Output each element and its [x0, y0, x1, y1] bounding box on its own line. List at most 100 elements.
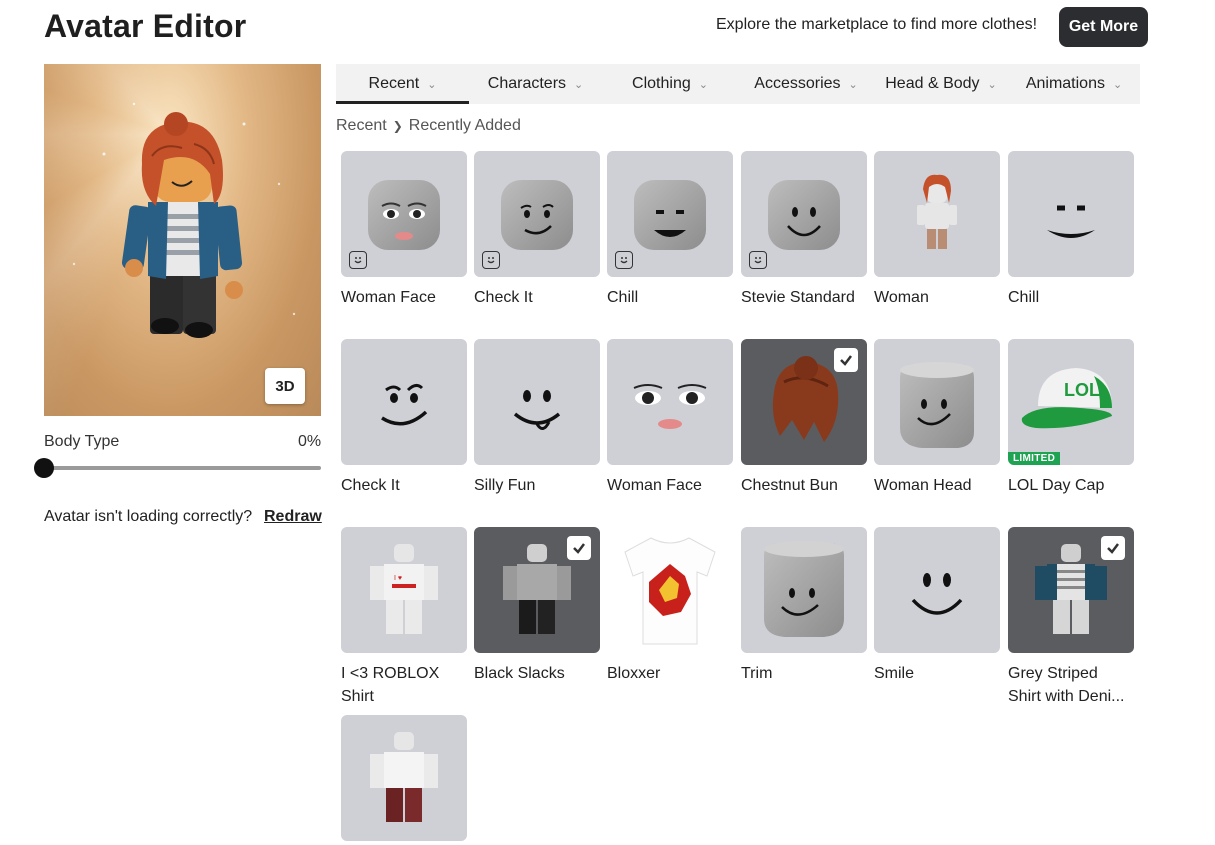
redraw-link[interactable]: Redraw — [264, 508, 322, 526]
face-icon — [615, 251, 633, 269]
check-it-face-thumbnail — [341, 339, 467, 465]
limited-tag: LIMITED — [1008, 452, 1061, 465]
tab-clothing[interactable]: Clothing ⌄ — [602, 64, 738, 104]
item-card[interactable]: Check It — [474, 151, 600, 309]
avatar-preview[interactable]: 3D — [44, 64, 321, 416]
chevron-down-icon: ⌄ — [1112, 78, 1123, 91]
silly-fun-face-thumbnail — [474, 339, 600, 465]
page-title: Avatar Editor — [44, 8, 247, 44]
item-card[interactable] — [341, 715, 467, 841]
item-name: LOL Day Cap — [1008, 477, 1105, 494]
item-name: Woman Head — [874, 477, 972, 494]
item-card[interactable]: Bloxxer — [607, 527, 733, 685]
item-name: Woman Face — [607, 477, 702, 494]
avatar-figure — [72, 102, 296, 338]
tab-head-body[interactable]: Head & Body ⌄ — [874, 64, 1008, 104]
view-3d-toggle-button[interactable]: 3D — [265, 368, 305, 404]
item-card[interactable]: Woman Head — [874, 339, 1000, 497]
breadcrumb: Recent ❯ Recently Added — [336, 117, 521, 135]
item-card[interactable]: Black Slacks — [474, 527, 600, 685]
striped-shirt-denim-thumbnail — [1008, 527, 1134, 653]
smile-face-thumbnail — [874, 527, 1000, 653]
body-type-label: Body Type — [44, 433, 120, 450]
checkmark-icon — [567, 536, 591, 560]
item-name: Black Slacks — [474, 665, 565, 682]
item-card[interactable]: I ♥ I <3 ROBLOX Shirt — [341, 527, 467, 708]
chill-face-thumbnail — [1008, 151, 1134, 277]
tab-characters[interactable]: Characters ⌄ — [469, 64, 602, 104]
category-tabs: Recent ⌄ Characters ⌄ Clothing ⌄ Accessorie… — [336, 64, 1140, 104]
stevie-standard-face-thumbnail — [741, 151, 867, 277]
marketplace-prompt: Explore the marketplace to find more clo… — [716, 16, 1038, 33]
item-card[interactable]: Chill — [607, 151, 733, 309]
item-card[interactable]: Chestnut Bun — [741, 339, 867, 497]
item-name: Trim — [741, 665, 773, 682]
tab-label: Recent — [368, 75, 420, 92]
black-slacks-thumbnail — [474, 527, 600, 653]
item-card[interactable]: Woman Face — [341, 151, 467, 309]
chestnut-bun-hair-thumbnail — [741, 339, 867, 465]
body-type-slider-track[interactable] — [44, 466, 321, 470]
get-more-button[interactable]: Get More — [1059, 7, 1148, 47]
item-card[interactable]: Woman Face — [607, 339, 733, 497]
woman-character-thumbnail — [874, 151, 1000, 277]
checkmark-icon — [1101, 536, 1125, 560]
chill-face-thumbnail — [607, 151, 733, 277]
chevron-down-icon: ⌄ — [987, 78, 997, 91]
tab-recent[interactable]: Recent ⌄ — [336, 64, 469, 104]
bloxxer-shirt-thumbnail — [607, 527, 733, 653]
item-name: Silly Fun — [474, 477, 536, 494]
tab-label: Clothing — [632, 75, 691, 92]
item-name: Smile — [874, 665, 915, 682]
woman-face-thumbnail — [607, 339, 733, 465]
item-name: Bloxxer — [607, 665, 661, 682]
item-card[interactable]: Smile — [874, 527, 1000, 685]
face-icon — [349, 251, 367, 269]
item-name: I <3 ROBLOX Shirt — [341, 665, 440, 705]
item-card[interactable]: Stevie Standard — [741, 151, 867, 309]
tab-animations[interactable]: Animations ⌄ — [1008, 64, 1140, 104]
tab-label: Animations — [1025, 75, 1105, 92]
face-icon — [749, 251, 767, 269]
item-name: Woman Face — [341, 289, 436, 306]
item-name: Check It — [474, 289, 533, 306]
chevron-down-icon: ⌄ — [427, 78, 437, 91]
chevron-down-icon: ⌄ — [698, 78, 708, 91]
trim-head-thumbnail — [741, 527, 867, 653]
item-name: Chestnut Bun — [741, 477, 838, 494]
chevron-right-icon: ❯ — [392, 119, 403, 133]
breadcrumb-current: Recently Added — [408, 117, 521, 134]
item-name: Chill — [607, 289, 639, 306]
item-name: Woman — [874, 289, 929, 306]
svg-text:I ♥: I ♥ — [394, 575, 402, 582]
chevron-down-icon: ⌄ — [848, 78, 858, 91]
item-name: Chill — [1008, 289, 1040, 306]
item-card[interactable]: Chill — [1008, 151, 1134, 309]
body-type-value: 0% — [298, 433, 322, 450]
item-name: Grey Striped Shirt with Deni... — [1008, 665, 1125, 705]
breadcrumb-root[interactable]: Recent — [336, 117, 387, 135]
item-card[interactable]: Trim — [741, 527, 867, 685]
cap-text: LOL — [1064, 380, 1100, 400]
chevron-down-icon: ⌄ — [574, 78, 584, 91]
body-type-slider-thumb[interactable] — [34, 458, 54, 478]
tab-label: Characters — [487, 75, 567, 92]
checkmark-icon — [834, 348, 858, 372]
item-card[interactable]: Woman — [874, 151, 1000, 309]
tab-label: Head & Body — [885, 75, 980, 92]
item-card[interactable]: Check It — [341, 339, 467, 497]
item-card[interactable]: LOL LIMITED LOL Day Cap — [1008, 339, 1134, 497]
item-name: Stevie Standard — [741, 289, 855, 306]
item-name: Check It — [341, 477, 400, 494]
white-shirt-red-pants-thumbnail — [341, 715, 467, 841]
item-card[interactable]: Silly Fun — [474, 339, 600, 497]
lol-cap-thumbnail: LOL LIMITED — [1008, 339, 1134, 465]
face-icon — [482, 251, 500, 269]
item-card[interactable]: Grey Striped Shirt with Deni... — [1008, 527, 1134, 708]
tab-accessories[interactable]: Accessories ⌄ — [738, 64, 874, 104]
roblox-shirt-thumbnail: I ♥ — [341, 527, 467, 653]
woman-head-thumbnail — [874, 339, 1000, 465]
avatar-loading-message: Avatar isn't loading correctly? — [44, 508, 253, 525]
check-it-face-thumbnail — [474, 151, 600, 277]
tab-label: Accessories — [754, 75, 841, 92]
